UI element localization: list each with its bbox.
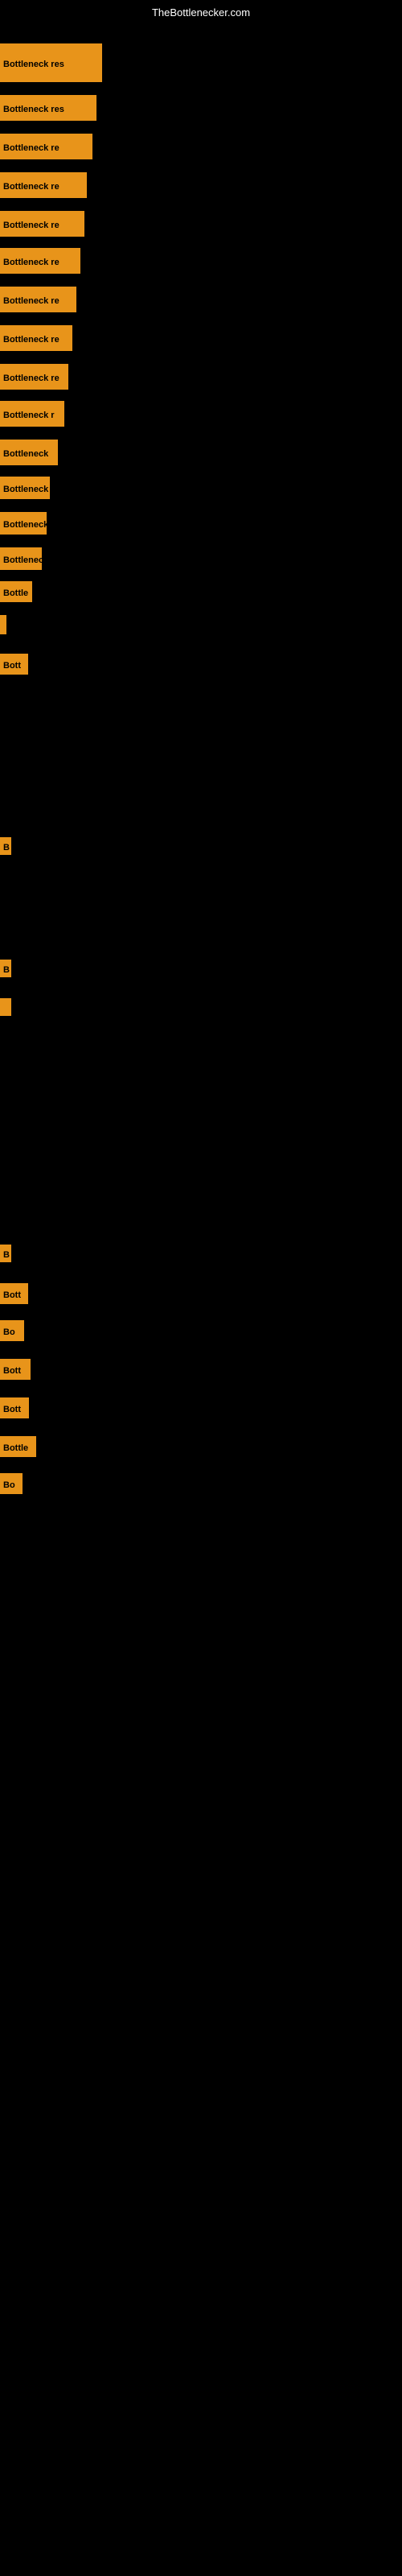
bar-item: Bott	[0, 1359, 31, 1380]
bar-item: B	[0, 837, 11, 855]
bar-item: Bottleneck res	[0, 43, 102, 82]
bar-item: Bottleneck res	[0, 95, 96, 121]
bar-item: Bottleneck	[0, 440, 58, 465]
bar-item: Bottleneck	[0, 477, 50, 499]
bar-item: Bott	[0, 1283, 28, 1304]
bar-item: Bo	[0, 1473, 23, 1494]
bar-item: Bott	[0, 1397, 29, 1418]
bar-item	[0, 998, 11, 1016]
bar-item: B	[0, 960, 11, 977]
bar-item	[0, 615, 6, 634]
bar-item: Bottleneck re	[0, 287, 76, 312]
bar-item: Bottleneck re	[0, 325, 72, 351]
bar-item: Bottleneck r	[0, 401, 64, 427]
bar-item: Bottleneck re	[0, 364, 68, 390]
bar-item: Bottleneck re	[0, 172, 87, 198]
bar-item: Bottleneck	[0, 512, 47, 535]
site-title: TheBottlenecker.com	[152, 6, 250, 19]
bar-item: Bottleneck re	[0, 248, 80, 274]
bar-item: Bottleneck re	[0, 211, 84, 237]
bar-item: Bottleneck re	[0, 134, 92, 159]
bar-item: Bottle	[0, 1436, 36, 1457]
bar-item: Bott	[0, 654, 28, 675]
bar-item: Bottleneck	[0, 547, 42, 570]
bar-item: B	[0, 1245, 11, 1262]
bar-item: Bottle	[0, 581, 32, 602]
bar-item: Bo	[0, 1320, 24, 1341]
